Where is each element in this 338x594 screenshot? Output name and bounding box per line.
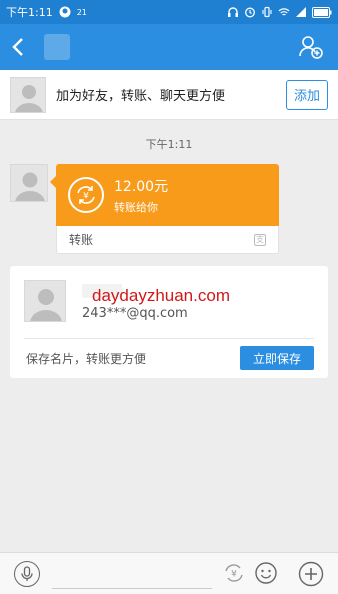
status-time: 下午1:11 — [6, 6, 53, 19]
default-avatar-icon — [15, 84, 43, 112]
back-arrow-icon — [12, 38, 23, 56]
status-bar: 下午1:11 21 — [0, 0, 338, 24]
transfer-amount: 12.00元 — [114, 178, 169, 195]
yuan-refresh-icon: ¥ — [77, 186, 95, 204]
default-avatar-icon — [15, 172, 45, 201]
transfer-coin-icon: ¥ — [68, 177, 104, 213]
transfer-button[interactable]: ¥ — [222, 561, 246, 585]
qq-icon — [59, 6, 71, 18]
contact-card: daydayzhuan.com 243***@qq.com 保存名片，转账更方便… — [10, 266, 328, 378]
transfer-texts: 12.00元 转账给你 — [114, 176, 168, 215]
back-button[interactable] — [0, 24, 36, 70]
contact-name-blurred — [44, 34, 70, 60]
microphone-icon — [21, 566, 33, 581]
contact-avatar — [24, 280, 66, 322]
svg-text:¥: ¥ — [83, 192, 89, 202]
transfer-description: 转账给你 — [114, 200, 158, 214]
add-contact-icon — [299, 36, 323, 59]
transfer-brand-icon: 支 — [254, 233, 266, 246]
transfer-card-body: ¥ 12.00元 转账给你 — [50, 164, 279, 226]
emoji-button[interactable] — [254, 561, 278, 585]
smiley-icon — [255, 562, 277, 584]
alarm-icon — [245, 7, 255, 18]
watermark-text: daydayzhuan.com — [92, 286, 230, 305]
avatar — [10, 76, 46, 113]
contact-email: 243***@qq.com — [82, 306, 188, 321]
more-button[interactable] — [298, 561, 324, 587]
add-contact-button[interactable] — [298, 34, 324, 60]
nav-bar — [0, 24, 338, 70]
divider — [24, 338, 314, 339]
save-card-hint: 保存名片，转账更方便 — [26, 352, 147, 366]
status-left: 下午1:11 21 — [6, 4, 87, 20]
message-timestamp: 下午1:11 — [145, 138, 193, 151]
transfer-message[interactable]: ¥ 12.00元 转账给你 转账 支 — [50, 164, 279, 254]
banner-text: 加为好友，转账、聊天更方便 — [56, 89, 226, 104]
plus-icon — [298, 561, 324, 587]
default-avatar-icon — [30, 289, 62, 321]
signal-icon — [296, 7, 306, 17]
battery-icon — [312, 6, 332, 18]
headphones-icon — [228, 7, 238, 17]
sender-avatar[interactable] — [10, 164, 48, 202]
notification-badge: 21 — [76, 7, 87, 17]
transfer-icon: ¥ — [225, 564, 243, 582]
svg-text:¥: ¥ — [231, 570, 237, 580]
message-input[interactable] — [52, 559, 212, 589]
status-right — [227, 6, 332, 18]
add-friend-button[interactable]: 添加 — [286, 79, 328, 110]
transfer-footer: 转账 支 — [56, 226, 279, 254]
transfer-footer-label: 转账 — [69, 233, 94, 247]
save-now-button[interactable]: 立即保存 — [240, 346, 314, 370]
wifi-icon — [278, 8, 290, 16]
add-friend-banner: 加为好友，转账、聊天更方便 添加 — [0, 70, 338, 120]
voice-button[interactable] — [14, 561, 40, 587]
chat-input-bar: ¥ — [0, 552, 338, 594]
vibrate-icon — [262, 6, 272, 18]
